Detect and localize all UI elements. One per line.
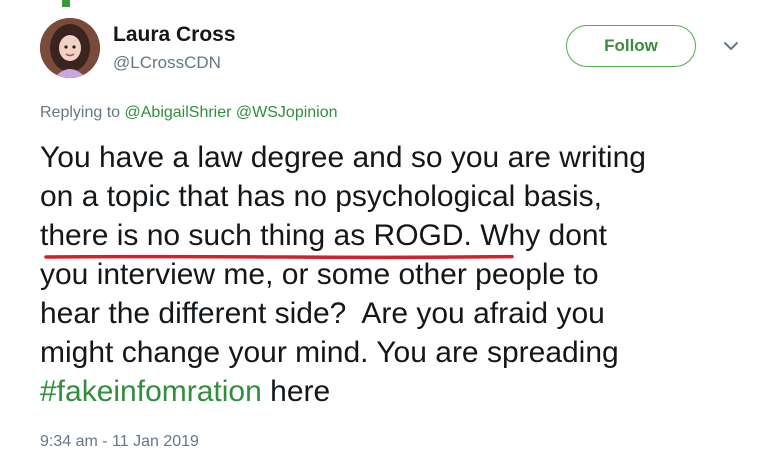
tweet-text: You have a law degree and so you are wri… [40, 138, 760, 411]
chevron-down-icon[interactable] [720, 38, 742, 54]
tweet-line: there is no such thing as ROGD. Why dont [40, 219, 607, 252]
tweet-line: You have a law degree and so you are wri… [40, 141, 646, 174]
mention-link[interactable]: @WSJopinion [236, 104, 338, 121]
mention-link[interactable]: @AbigailShrier [125, 104, 232, 121]
replying-to: Replying to @AbigailShrier @WSJopinion [40, 102, 338, 124]
tweet-line-tail: here [261, 375, 331, 408]
hashtag-link[interactable]: #fakeinfomration [40, 375, 262, 408]
tweet-line: you interview me, or some other people t… [40, 258, 599, 291]
timestamp[interactable]: 9:34 am - 11 Jan 2019 [40, 431, 199, 453]
tweet-last-line: #fakeinfomration here [40, 372, 760, 411]
avatar[interactable] [40, 18, 100, 78]
display-name[interactable]: Laura Cross [113, 22, 236, 48]
replying-to-label: Replying to [40, 104, 125, 121]
top-edge-fragment [62, 0, 70, 7]
avatar-image [40, 18, 100, 78]
user-handle[interactable]: @LCrossCDN [113, 52, 221, 74]
tweet-line: hear the different side? Are you afraid … [40, 297, 605, 330]
follow-button[interactable]: Follow [566, 25, 696, 67]
red-underline-annotation [44, 254, 514, 260]
tweet-line: on a topic that has no psychological bas… [40, 180, 603, 213]
tweet-line: might change your mind. You are spreadin… [40, 336, 619, 369]
